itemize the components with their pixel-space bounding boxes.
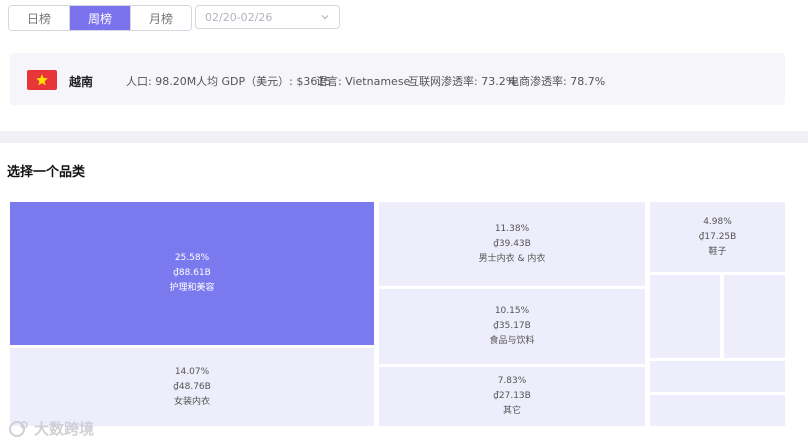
tile-percent: 11.38% [494, 223, 530, 234]
treemap-tile-shoes[interactable]: 4.98% ₫17.25B 鞋子 [650, 202, 785, 272]
tile-amount: ₫39.43B [493, 238, 531, 249]
treemap-tile-small[interactable] [650, 395, 785, 426]
language-stat: 语言: Vietnamese [316, 75, 411, 88]
tile-category: 护理和美容 [169, 283, 215, 293]
tile-category: 鞋子 [708, 246, 727, 257]
internet-penetration-stat: 互联网渗透率: 73.2% [408, 75, 517, 88]
tile-amount: ₫48.76B [173, 381, 211, 392]
treemap-tile-womens-wear[interactable]: 14.07% ₫48.76B 女装内衣 [10, 348, 374, 426]
tile-category: 其它 [502, 406, 521, 416]
tile-percent: 14.07% [174, 366, 210, 377]
tile-category: 男士内衣 & 内衣 [478, 253, 546, 264]
treemap-tile-mens-underwear[interactable]: 11.38% ₫39.43B 男士内衣 & 内衣 [379, 202, 645, 286]
tile-percent: 10.15% [494, 306, 530, 316]
watermark-logo-icon [9, 420, 28, 437]
tile-amount: ₫35.17B [493, 321, 531, 331]
top-panel: 日榜 周榜 月榜 02/20-02/26 越南 人口: 98.20M 人均 GD… [0, 0, 808, 132]
treemap-tile-care-beauty[interactable]: 25.58% ₫88.61B 护理和美容 [10, 202, 374, 345]
ecommerce-penetration-stat: 电商渗透率: 78.7% [508, 75, 606, 88]
tab-daily[interactable]: 日榜 [9, 6, 70, 30]
tab-monthly[interactable]: 月榜 [131, 6, 191, 30]
section-title: 选择一个品类 [7, 165, 86, 180]
vietnam-flag-icon [27, 70, 57, 90]
treemap-tile-small[interactable] [650, 361, 785, 392]
country-info-card: 越南 人口: 98.20M 人均 GDP（美元）: $3615 语言: Viet… [10, 53, 785, 105]
tile-category: 女装内衣 [173, 396, 210, 407]
treemap-tile-small[interactable] [724, 275, 785, 358]
tile-category: 食品与饮料 [489, 336, 535, 346]
date-range-value: 02/20-02/26 [205, 10, 273, 24]
period-toggle: 日榜 周榜 月榜 [8, 5, 192, 31]
population-stat: 人口: 98.20M [126, 75, 197, 88]
section-divider [0, 131, 808, 143]
tile-amount: ₫88.61B [173, 268, 211, 278]
country-name: 越南 [69, 75, 94, 89]
tab-weekly[interactable]: 周榜 [70, 6, 131, 30]
treemap-tile-small[interactable] [650, 275, 720, 358]
tile-percent: 4.98% [703, 216, 732, 227]
treemap-tile-other[interactable]: 7.83% ₫27.13B 其它 [379, 367, 645, 426]
gdp-stat: 人均 GDP（美元）: $3615 [196, 75, 332, 88]
tile-percent: 7.83% [497, 376, 527, 386]
date-range-select[interactable]: 02/20-02/26 [195, 5, 340, 29]
watermark: 大数跨境 [8, 418, 94, 439]
star-icon [36, 74, 48, 86]
watermark-text: 大数跨境 [34, 420, 95, 438]
tile-percent: 25.58% [174, 253, 210, 263]
treemap-tile-food-beverage[interactable]: 10.15% ₫35.17B 食品与饮料 [379, 289, 645, 364]
tile-amount: ₫27.13B [493, 391, 531, 401]
chevron-down-icon [321, 15, 329, 20]
tile-amount: ₫17.25B [698, 231, 737, 242]
